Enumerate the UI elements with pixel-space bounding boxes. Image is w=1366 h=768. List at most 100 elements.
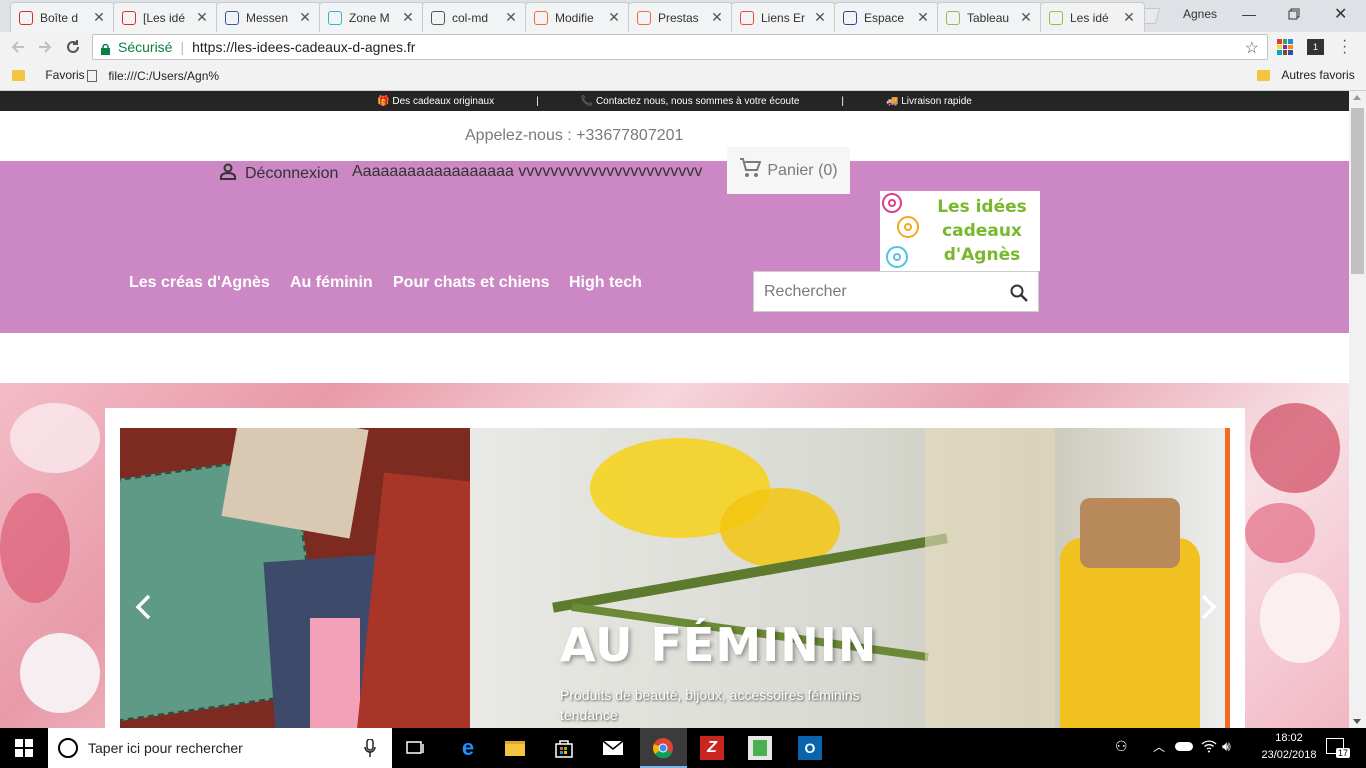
profile-name[interactable]: Agnes bbox=[1183, 0, 1217, 28]
edge-icon[interactable]: e bbox=[456, 735, 480, 760]
tab-strip: Agnes — ✕ Boîte d ✕ [Les idé ✕ Messen ✕ Zone M… bbox=[0, 0, 1366, 32]
close-tab-icon[interactable]: ✕ bbox=[298, 9, 312, 26]
mail-icon[interactable] bbox=[601, 736, 625, 760]
red-square-icon bbox=[740, 10, 754, 25]
browser-tab[interactable]: [Les idé ✕ bbox=[113, 2, 218, 32]
browser-tab[interactable]: Les idé ✕ bbox=[1040, 2, 1145, 32]
blue-box-icon bbox=[843, 10, 857, 25]
logout-link[interactable]: Déconnexion bbox=[219, 162, 338, 185]
url-text[interactable]: https://les-idees-cadeaux-d-agnes.fr bbox=[192, 39, 415, 55]
chrome-icon[interactable] bbox=[651, 736, 675, 760]
close-tab-icon[interactable]: ✕ bbox=[607, 9, 621, 26]
notification-badge: 17 bbox=[1336, 748, 1351, 758]
close-window-icon[interactable]: ✕ bbox=[1334, 0, 1347, 28]
search-input[interactable]: Rechercher bbox=[753, 271, 1039, 312]
page-scrollbar[interactable] bbox=[1349, 91, 1366, 728]
people-icon[interactable]: ⚇ bbox=[1115, 738, 1128, 755]
browser-tab[interactable]: Prestas ✕ bbox=[628, 2, 733, 32]
scroll-thumb[interactable] bbox=[1351, 108, 1364, 274]
phone-text: Appelez-nous : +33677807201 bbox=[465, 127, 684, 144]
fabric-image bbox=[120, 428, 504, 728]
browser-tab[interactable]: col-md ✕ bbox=[422, 2, 527, 32]
slide-title: AU FÉMININ bbox=[560, 618, 878, 672]
outlook-icon[interactable]: O bbox=[798, 736, 822, 760]
menu-creas-agnes[interactable]: Les créas d'Agnès bbox=[129, 274, 270, 292]
browser-tab[interactable]: Tableau ✕ bbox=[937, 2, 1042, 32]
clock-date[interactable]: 23/02/2018 bbox=[1258, 749, 1320, 761]
bookmark-file[interactable]: file:///C:/Users/Agn% bbox=[87, 68, 219, 83]
browser-tab[interactable]: Boîte d ✕ bbox=[10, 2, 115, 32]
tray-chevron-icon[interactable]: ︿ bbox=[1153, 738, 1165, 755]
chrome-menu-icon[interactable]: · · · bbox=[1342, 33, 1347, 61]
windows-taskbar: Taper ici pour rechercher e Z O ⚇ ︿ 🔊︎ 1… bbox=[0, 728, 1366, 768]
clock-time[interactable]: 18:02 bbox=[1264, 732, 1314, 744]
volume-icon[interactable]: 🔊︎ bbox=[1222, 738, 1231, 755]
search-icon[interactable] bbox=[1010, 284, 1028, 307]
back-icon[interactable] bbox=[7, 36, 29, 58]
hero-slide[interactable]: AU FÉMININ Produits de beauté, bijoux, a… bbox=[120, 428, 1230, 728]
document-icon bbox=[946, 10, 960, 25]
extension-icon[interactable] bbox=[1277, 39, 1293, 55]
scroll-down-icon[interactable] bbox=[1353, 719, 1361, 724]
close-tab-icon[interactable]: ✕ bbox=[195, 9, 209, 26]
info-contact: 📞 Contactez nous, nous sommes à votre éc… bbox=[580, 95, 800, 107]
menu-au-feminin[interactable]: Au féminin bbox=[290, 274, 373, 292]
close-tab-icon[interactable]: ✕ bbox=[504, 9, 518, 26]
bookmark-other[interactable]: Autres favoris bbox=[1257, 68, 1355, 82]
folder-icon bbox=[12, 70, 25, 81]
bookmark-favoris[interactable]: Favoris bbox=[12, 68, 85, 82]
reload-icon[interactable] bbox=[62, 36, 84, 58]
close-tab-icon[interactable]: ✕ bbox=[92, 9, 106, 26]
close-tab-icon[interactable]: ✕ bbox=[1122, 9, 1136, 26]
menu-chats-chiens[interactable]: Pour chats et chiens bbox=[393, 274, 550, 292]
top-info-strip: 🎁 Des cadeaux originaux | 📞 Contactez no… bbox=[0, 91, 1349, 111]
task-view-icon[interactable] bbox=[404, 736, 428, 760]
browser-tab[interactable]: Espace ✕ bbox=[834, 2, 939, 32]
scroll-up-icon[interactable] bbox=[1353, 95, 1361, 100]
file-explorer-icon[interactable] bbox=[503, 736, 527, 760]
close-tab-icon[interactable]: ✕ bbox=[916, 9, 930, 26]
facebook-icon bbox=[225, 10, 239, 25]
browser-tab[interactable]: Modifie ✕ bbox=[525, 2, 630, 32]
search-placeholder: Rechercher bbox=[764, 282, 847, 300]
slider-next-icon[interactable] bbox=[1198, 593, 1218, 626]
taskbar-search-box[interactable]: Taper ici pour rechercher bbox=[48, 728, 392, 768]
browser-tab[interactable]: Messen ✕ bbox=[216, 2, 321, 32]
prestashop-icon bbox=[637, 10, 651, 25]
lock-icon bbox=[101, 42, 110, 55]
restore-icon[interactable] bbox=[1288, 0, 1300, 28]
bookmarks-bar: Favoris file:///C:/Users/Agn% Autres fav… bbox=[0, 62, 1366, 91]
p-circle-icon bbox=[328, 10, 342, 25]
wifi-icon[interactable] bbox=[1201, 739, 1217, 758]
notepad-icon[interactable] bbox=[748, 736, 772, 760]
browser-tab[interactable]: Liens Er ✕ bbox=[731, 2, 836, 32]
github-icon bbox=[431, 10, 445, 25]
browser-tab[interactable]: Zone M ✕ bbox=[319, 2, 424, 32]
user-icon bbox=[219, 162, 237, 185]
cart-button[interactable]: Panier (0) bbox=[727, 147, 850, 194]
site-logo[interactable]: Les idées cadeaux d'Agnès bbox=[880, 191, 1040, 271]
oil-bottle-image bbox=[470, 428, 1230, 728]
filezilla-icon[interactable]: Z bbox=[700, 736, 724, 760]
address-bar[interactable]: Sécurisé | https://les-idees-cadeaux-d-a… bbox=[92, 34, 1268, 60]
bookmark-star-icon[interactable]: ☆ bbox=[1245, 38, 1259, 58]
info-delivery: 🚚 Livraison rapide bbox=[886, 95, 972, 107]
microphone-icon[interactable] bbox=[364, 738, 376, 762]
close-tab-icon[interactable]: ✕ bbox=[813, 9, 827, 26]
menu-high-tech[interactable]: High tech bbox=[569, 274, 642, 292]
slider-prev-icon[interactable] bbox=[134, 593, 154, 626]
file-icon bbox=[87, 70, 97, 82]
extension-badge-icon[interactable]: 1 bbox=[1307, 39, 1324, 55]
account-name[interactable]: Aaaaaaaaaaaaaaaaaa vvvvvvvvvvvvvvvvvvvvv… bbox=[352, 163, 702, 181]
close-tab-icon[interactable]: ✕ bbox=[710, 9, 724, 26]
page-content: 🎁 Des cadeaux originaux | 📞 Contactez no… bbox=[0, 91, 1349, 728]
onedrive-icon[interactable] bbox=[1175, 742, 1193, 751]
prestashop-icon bbox=[534, 10, 548, 25]
forward-icon[interactable] bbox=[34, 36, 56, 58]
windows-start-icon[interactable] bbox=[12, 736, 36, 760]
store-icon[interactable] bbox=[552, 736, 576, 760]
minimize-icon[interactable]: — bbox=[1242, 0, 1256, 28]
close-tab-icon[interactable]: ✕ bbox=[401, 9, 415, 26]
document-icon bbox=[1049, 10, 1063, 25]
close-tab-icon[interactable]: ✕ bbox=[1019, 9, 1033, 26]
